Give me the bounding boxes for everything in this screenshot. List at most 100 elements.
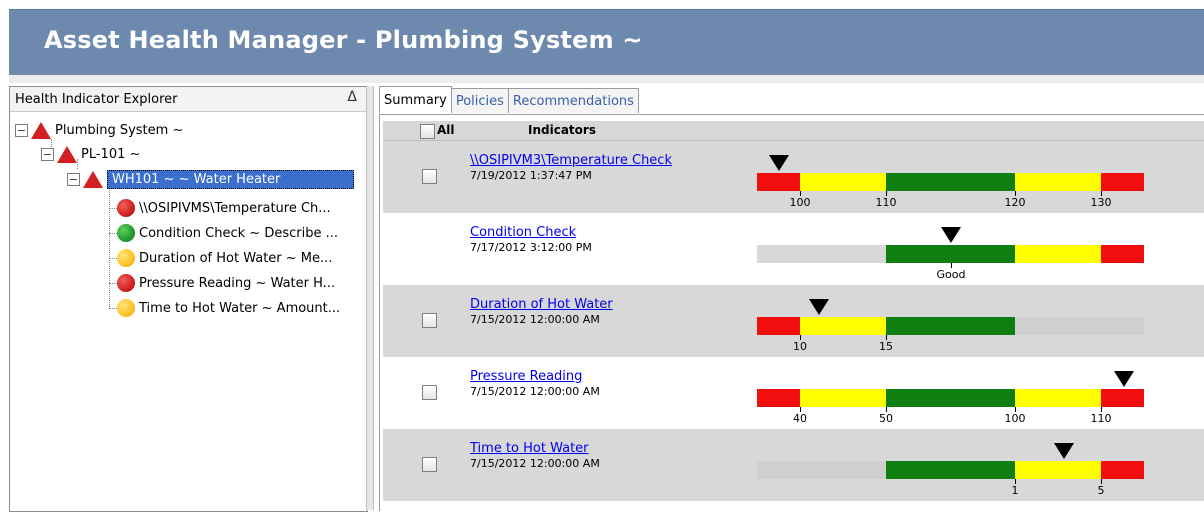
gauge-segment-yellow	[1015, 461, 1101, 479]
indicator-date: 7/15/2012 12:00:00 AM	[470, 385, 600, 398]
indicator-row: Duration of Hot Water 7/15/2012 12:00:00…	[383, 285, 1204, 357]
green-circle-icon	[117, 224, 135, 242]
gauge-tick-label: 1	[1011, 484, 1019, 497]
tab-policies[interactable]: Policies	[450, 88, 509, 113]
gauge-segment-green	[886, 245, 1015, 263]
indicator-link[interactable]: Duration of Hot Water	[470, 297, 613, 312]
indicator-link[interactable]: Condition Check	[470, 225, 576, 240]
indicator-date: 7/17/2012 3:12:00 PM	[470, 241, 592, 254]
pane-splitter[interactable]	[366, 86, 374, 510]
gauge-segment-yellow	[1015, 245, 1101, 263]
gauge-segment-green	[886, 317, 1015, 335]
summary-panel: All Indicators \\OSIPIVM3\Temperature Ch…	[379, 114, 1204, 511]
indicator-link[interactable]: \\OSIPIVM3\Temperature Check	[470, 153, 672, 168]
indicator-date: 7/19/2012 1:37:47 PM	[470, 169, 592, 182]
select-all-label: All	[437, 123, 455, 137]
gauge-tick-label: 110	[1090, 412, 1112, 425]
window-title: Asset Health Manager - Plumbing System ~	[44, 26, 643, 54]
gauge-segment-red	[757, 317, 800, 335]
gauge-tick-label: 50	[879, 412, 893, 425]
indicator-date: 7/15/2012 12:00:00 AM	[470, 313, 600, 326]
tree-connector	[109, 187, 110, 309]
tree-node-label: Pressure Reading ~ Water H...	[139, 275, 336, 291]
tab-summary[interactable]: Summary	[379, 86, 452, 113]
gauge-tick-label: 110	[875, 196, 897, 209]
row-checkbox[interactable]	[422, 457, 437, 472]
row-checkbox[interactable]	[422, 385, 437, 400]
explorer-header: Health Indicator Explorer Δ	[10, 87, 367, 112]
tree-node-pl-101[interactable]: − PL-101 ~	[41, 144, 140, 164]
gauge-segment-yellow	[800, 389, 886, 407]
gauge-marker-icon	[1114, 371, 1134, 387]
gauge-segment-red	[1101, 173, 1144, 191]
yellow-circle-icon	[117, 249, 135, 267]
gauge-segment-green	[886, 461, 1015, 479]
tree-node-condition-check[interactable]: Condition Check ~ Describe ...	[117, 223, 338, 243]
tree-node-time-to-hot-water[interactable]: Time to Hot Water ~ Amount...	[117, 298, 340, 318]
gauge-segment-red	[757, 389, 800, 407]
gauge-tick-label: 40	[793, 412, 807, 425]
tree-connector	[109, 258, 117, 259]
tab-strip: Summary Policies Recommendations	[379, 86, 639, 114]
red-circle-icon	[117, 274, 135, 292]
row-checkbox[interactable]	[422, 169, 437, 184]
tree-node-temperature-check[interactable]: \\OSIPIVMS\Temperature Ch...	[117, 198, 331, 218]
title-bar: Asset Health Manager - Plumbing System ~	[9, 9, 1204, 76]
gauge-segment-gray	[757, 461, 886, 479]
tab-recommendations[interactable]: Recommendations	[507, 88, 639, 113]
health-indicator-explorer: Health Indicator Explorer Δ − Plumbing S…	[9, 86, 368, 512]
gauge-segment-gray	[1015, 317, 1144, 335]
gauge-segment-yellow	[800, 173, 886, 191]
tree-connector	[109, 208, 117, 209]
gauge-segment-green	[886, 389, 1015, 407]
red-triangle-icon	[31, 121, 51, 139]
indicator-row: Time to Hot Water 7/15/2012 12:00:00 AM …	[383, 429, 1204, 501]
gauge-segment-red	[1101, 389, 1144, 407]
yellow-circle-icon	[117, 299, 135, 317]
row-checkbox[interactable]	[422, 313, 437, 328]
tree-connector	[109, 233, 117, 234]
gauge-tick-label: Good	[936, 268, 966, 281]
tree-node-label: Plumbing System ~	[55, 122, 184, 138]
tree-node-label: PL-101 ~	[81, 146, 141, 162]
red-triangle-icon	[57, 145, 77, 163]
gauge-marker-icon	[941, 227, 961, 243]
select-all-checkbox[interactable]	[420, 124, 435, 139]
sort-icon[interactable]: Δ	[347, 89, 357, 105]
red-triangle-icon	[83, 170, 103, 188]
gauge-segment-yellow	[1015, 389, 1101, 407]
collapse-icon[interactable]: −	[15, 123, 28, 137]
gauge-marker-icon	[809, 299, 829, 315]
tree-connector	[109, 308, 117, 309]
gauge-tick-label: 15	[879, 340, 893, 353]
collapse-icon[interactable]: −	[67, 172, 80, 186]
gauge-segment-yellow	[800, 317, 886, 335]
collapse-icon[interactable]: −	[41, 147, 54, 161]
indicator-row: Pressure Reading 7/15/2012 12:00:00 AM 4…	[383, 357, 1204, 429]
indicators-column-header: Indicators	[528, 123, 596, 137]
tree-node-duration-hot-water[interactable]: Duration of Hot Water ~ Me...	[117, 248, 332, 268]
tree-node-label-selected: WH101 ~ ~ Water Heater	[107, 169, 354, 189]
gauge-tick-label: 130	[1090, 196, 1112, 209]
indicator-date: 7/15/2012 12:00:00 AM	[470, 457, 600, 470]
gauge-tick-label: 120	[1004, 196, 1026, 209]
tree-connector	[109, 283, 117, 284]
indicator-link[interactable]: Pressure Reading	[470, 369, 582, 384]
gauge-marker-icon	[1054, 443, 1074, 459]
gauge-segment-yellow	[1015, 173, 1101, 191]
tree-node-label: Duration of Hot Water ~ Me...	[139, 250, 333, 266]
gauge-segment-gray	[757, 245, 886, 263]
gauge-segment-red	[1101, 245, 1144, 263]
tree-node-wh101[interactable]: − WH101 ~ ~ Water Heater	[67, 169, 354, 189]
explorer-title: Health Indicator Explorer	[15, 92, 178, 107]
indicator-row: Condition Check 7/17/2012 3:12:00 PM Goo…	[383, 213, 1204, 285]
tree-node-label: Condition Check ~ Describe ...	[139, 225, 338, 241]
tree-node-pressure-reading[interactable]: Pressure Reading ~ Water H...	[117, 273, 335, 293]
gauge-segment-red	[757, 173, 800, 191]
gauge-segment-red	[1101, 461, 1144, 479]
tree-node-label: \\OSIPIVMS\Temperature Ch...	[139, 200, 331, 216]
indicator-link[interactable]: Time to Hot Water	[470, 441, 589, 456]
grid-header: All Indicators	[383, 121, 1204, 141]
tree-node-plumbing-system[interactable]: − Plumbing System ~	[15, 120, 183, 140]
indicator-row: \\OSIPIVM3\Temperature Check 7/19/2012 1…	[383, 141, 1204, 213]
